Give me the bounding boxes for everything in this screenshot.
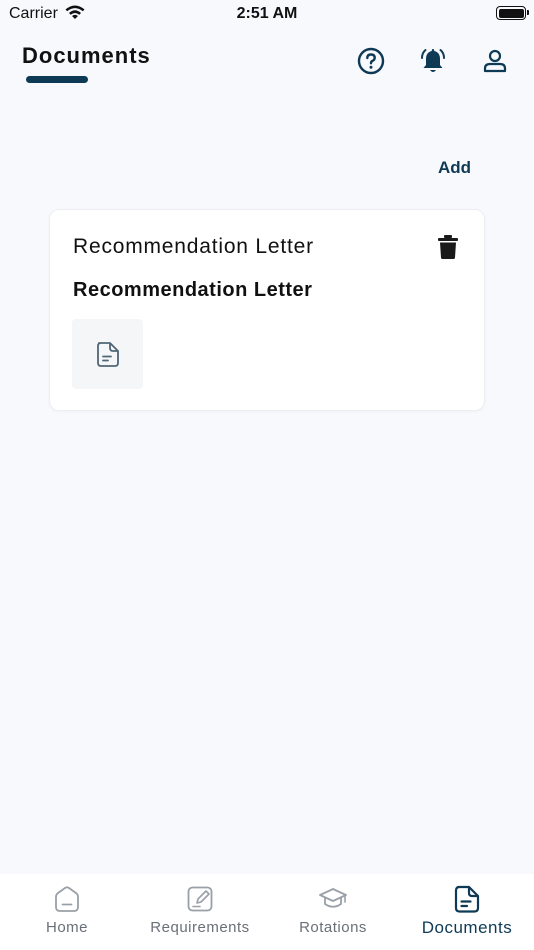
tab-documents[interactable]: Documents [400,874,534,950]
home-icon [55,886,79,912]
bell-icon[interactable] [418,46,448,76]
tab-home[interactable]: Home [0,874,134,950]
document-name: Recommendation Letter [73,279,313,301]
header: Documents [0,34,534,98]
graduation-cap-icon [319,888,347,908]
profile-icon[interactable] [480,46,510,76]
bottom-tab-bar: Home Requirements Rotations Documents [0,874,534,950]
status-bar: Carrier 2:51 AM [0,0,534,28]
help-icon[interactable] [356,46,386,76]
title-underline [26,76,88,83]
page-title: Documents [22,43,151,68]
tab-label: Home [45,919,88,936]
document-title: Recommendation Letter [73,235,314,258]
file-thumbnail[interactable] [72,319,143,389]
add-button[interactable]: Add [438,158,471,178]
tab-rotations[interactable]: Rotations [266,874,400,950]
trash-icon[interactable] [436,234,460,260]
document-icon [96,342,119,367]
clock: 2:51 AM [236,5,298,22]
battery-icon [496,6,529,20]
tab-label: Rotations [299,919,367,936]
document-card[interactable]: Recommendation Letter Recommendation Let… [49,209,485,411]
tab-requirements[interactable]: Requirements [133,874,267,950]
tab-label: Requirements [150,919,250,936]
document-icon [454,885,480,913]
tab-label: Documents [421,918,513,937]
edit-icon [187,886,213,912]
